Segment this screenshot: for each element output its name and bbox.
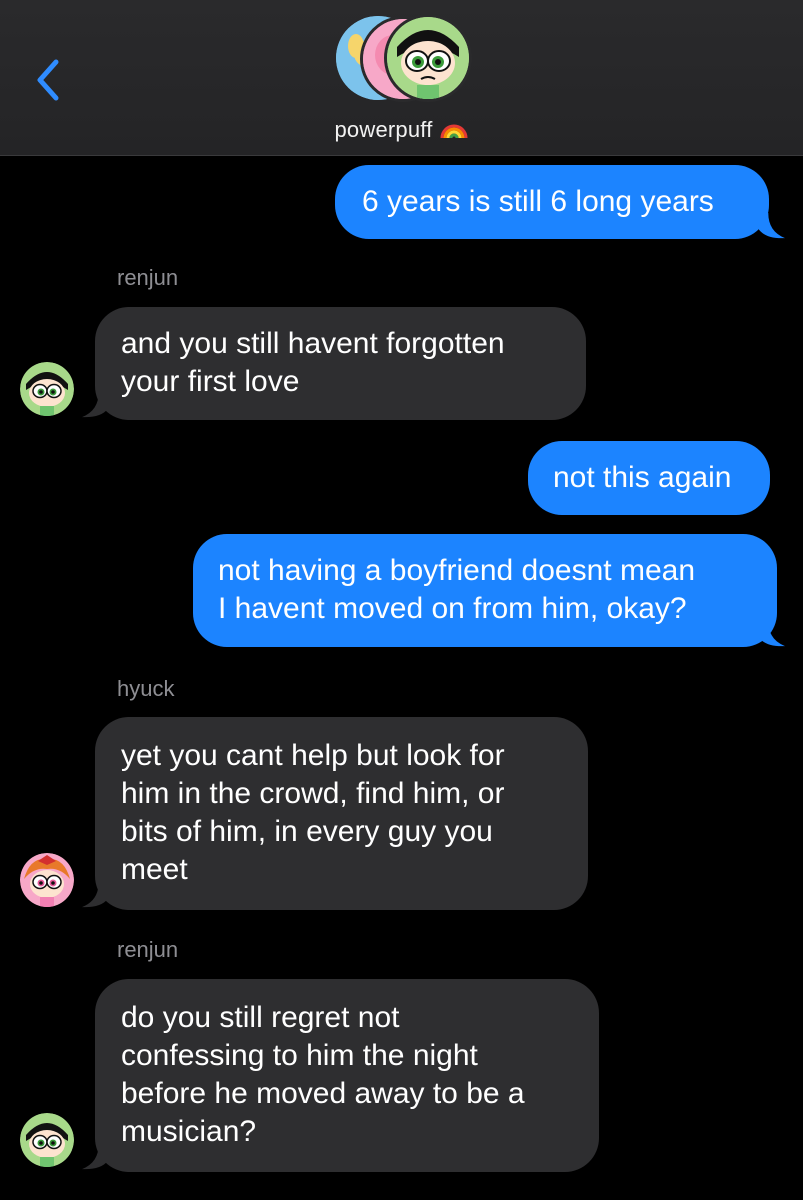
conversation-header: powerpuff bbox=[0, 0, 803, 156]
group-title-text: powerpuff bbox=[334, 117, 433, 142]
green-avatar bbox=[384, 14, 472, 102]
outgoing-message-bubble[interactable]: not this again bbox=[528, 441, 770, 515]
sender-name: renjun bbox=[117, 265, 179, 290]
group-title[interactable]: powerpuff bbox=[0, 116, 803, 146]
chat-screen: powerpuff 6 years is still 6 long years … bbox=[0, 0, 803, 1200]
message-text: not this again bbox=[553, 461, 732, 494]
bubble-tail bbox=[759, 621, 785, 647]
incoming-message-bubble[interactable]: yet you cant help but look for him in th… bbox=[95, 717, 588, 910]
bubble-tail bbox=[82, 882, 108, 908]
group-avatar-stack[interactable] bbox=[336, 12, 472, 104]
chevron-left-icon bbox=[37, 59, 59, 101]
back-button[interactable] bbox=[30, 56, 70, 104]
message-text: and you still havent forgotten your firs… bbox=[121, 327, 505, 398]
renjun-avatar[interactable] bbox=[20, 1113, 74, 1167]
message-text: not having a boyfriend doesnt mean I hav… bbox=[218, 554, 695, 625]
bubble-tail bbox=[759, 213, 785, 239]
incoming-message-bubble[interactable]: and you still havent forgotten your firs… bbox=[95, 307, 586, 420]
message-text: do you still regret not confessing to hi… bbox=[121, 1001, 525, 1148]
renjun-avatar[interactable] bbox=[20, 362, 74, 416]
incoming-message-bubble[interactable]: do you still regret not confessing to hi… bbox=[95, 979, 599, 1172]
outgoing-message-bubble[interactable]: not having a boyfriend doesnt mean I hav… bbox=[193, 534, 777, 647]
sender-name: renjun bbox=[117, 937, 179, 962]
hyuck-avatar[interactable] bbox=[20, 853, 74, 907]
bubble-tail bbox=[82, 392, 108, 418]
bubble-tail bbox=[82, 1144, 108, 1170]
message-text: 6 years is still 6 long years bbox=[362, 185, 714, 218]
message-text: yet you cant help but look for him in th… bbox=[121, 739, 505, 886]
outgoing-message-bubble[interactable]: 6 years is still 6 long years bbox=[335, 165, 769, 239]
rainbow-emoji-icon bbox=[439, 116, 469, 146]
sender-name: hyuck bbox=[117, 676, 175, 701]
